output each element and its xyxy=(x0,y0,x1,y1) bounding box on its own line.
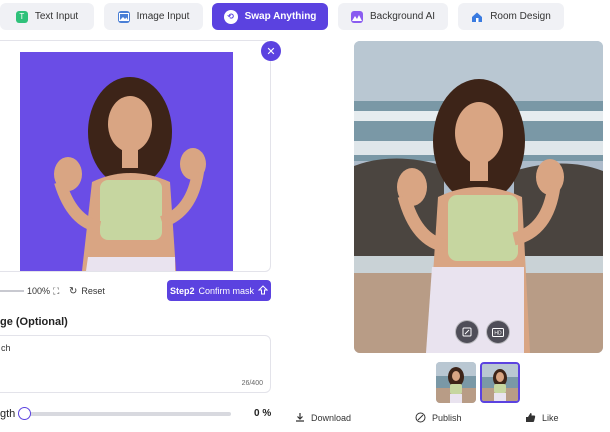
download-button[interactable]: Download xyxy=(295,410,351,426)
reset-label: Reset xyxy=(81,286,105,296)
like-label: Like xyxy=(542,413,559,423)
reset-button[interactable]: ↻ Reset xyxy=(69,281,105,301)
strength-slider-thumb[interactable] xyxy=(18,407,31,420)
tab-room-design[interactable]: Room Design xyxy=(458,3,564,30)
tab-text-input[interactable]: T Text Input xyxy=(0,3,94,30)
tab-swap-anything[interactable]: ⟲ Swap Anything xyxy=(212,3,328,30)
text-input-icon: T xyxy=(15,10,28,23)
tab-label: Room Design xyxy=(490,11,551,22)
tab-image-input[interactable]: Image Input xyxy=(104,3,203,30)
result-thumbnail[interactable] xyxy=(436,362,476,403)
image-input-icon xyxy=(117,10,130,23)
swap-icon: ⟲ xyxy=(223,9,238,24)
publish-button[interactable]: Publish xyxy=(415,410,462,426)
confirm-step: Step2 xyxy=(169,285,195,296)
strength-value: 0 % xyxy=(254,408,272,419)
strength-slider-track[interactable] xyxy=(24,412,231,416)
tab-label: Background AI xyxy=(369,11,436,22)
tab-label: Swap Anything xyxy=(244,11,317,22)
confirm-label: Confirm mask xyxy=(198,285,255,296)
like-button[interactable]: Like xyxy=(525,410,559,426)
result-thumbnail-selected[interactable] xyxy=(480,362,520,403)
confirm-mask-button[interactable]: Step2 Confirm mask xyxy=(167,280,271,301)
prompt-title: ge (Optional) xyxy=(0,316,68,328)
char-count: 26/400 xyxy=(241,380,263,387)
tab-background-ai[interactable]: Background AI xyxy=(338,3,448,30)
hd-icon[interactable]: HD xyxy=(486,320,510,344)
zoom-control[interactable]: 100% ⛶ xyxy=(0,281,59,301)
mask-canvas[interactable] xyxy=(20,52,233,271)
thumbs-up-icon xyxy=(525,412,536,425)
tab-label: Text Input xyxy=(34,11,79,22)
zoom-track[interactable] xyxy=(0,290,24,292)
reset-icon: ↻ xyxy=(69,285,78,297)
edit-icon[interactable] xyxy=(455,320,479,344)
room-design-icon xyxy=(471,11,483,23)
svg-text:HD: HD xyxy=(494,330,502,336)
zoom-value: 100% xyxy=(27,286,51,296)
fullscreen-icon[interactable]: ⛶ xyxy=(53,286,59,297)
strength-label: gth xyxy=(0,408,16,420)
publish-label: Publish xyxy=(432,413,462,423)
result-image xyxy=(354,41,603,353)
tab-label: Image Input xyxy=(136,11,190,22)
download-label: Download xyxy=(311,413,352,423)
publish-icon xyxy=(415,412,426,425)
prompt-textarea[interactable]: ch 26/400 xyxy=(0,335,271,393)
prompt-value: ch xyxy=(1,343,11,353)
download-icon xyxy=(295,412,305,424)
close-icon[interactable]: ✕ xyxy=(261,41,281,61)
arrow-up-icon xyxy=(257,284,269,297)
background-ai-icon xyxy=(350,10,363,23)
